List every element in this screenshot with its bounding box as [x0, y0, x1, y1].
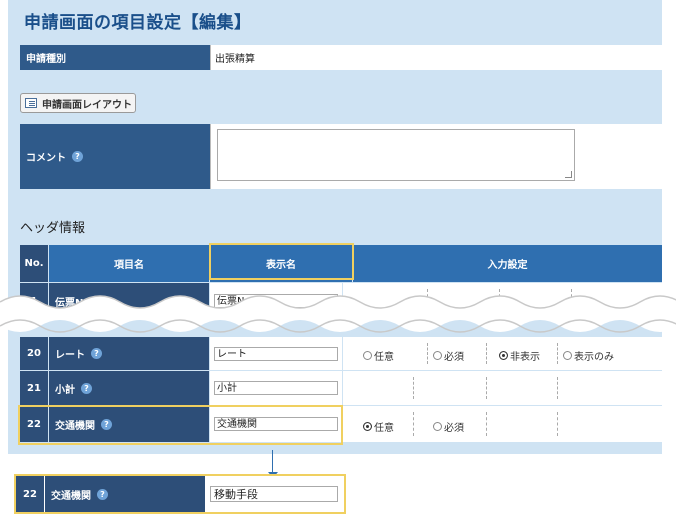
- radio-selected-icon: [363, 422, 372, 431]
- layout-button-label: 申請画面レイアウト: [42, 99, 132, 111]
- page-title: 申請画面の項目設定【編集】: [24, 13, 252, 33]
- option-display-only[interactable]: 表示のみ: [563, 348, 614, 363]
- option-optional[interactable]: 任意: [363, 348, 394, 363]
- section-title: ヘッダ情報: [20, 221, 86, 236]
- option-required[interactable]: 必須: [433, 419, 464, 434]
- col-no-header: No.: [20, 245, 48, 282]
- help-icon[interactable]: ?: [91, 348, 102, 359]
- divider: [427, 343, 428, 364]
- help-icon[interactable]: ?: [72, 151, 83, 162]
- option-label: 非表示: [510, 352, 540, 363]
- row-no: 20: [20, 337, 48, 370]
- row-name-text: 小計: [55, 384, 75, 396]
- comment-label-text: コメント: [26, 153, 66, 164]
- radio-selected-icon: [499, 351, 508, 360]
- comment-textarea[interactable]: [217, 129, 575, 181]
- radio-icon: [563, 351, 572, 360]
- resize-grip-icon[interactable]: [565, 171, 572, 178]
- row-display-cell: 小計: [210, 371, 342, 405]
- option-label: 表示のみ: [574, 352, 614, 363]
- row-name: レート?: [49, 337, 209, 370]
- option-required[interactable]: 必須: [433, 348, 464, 363]
- divider: [486, 412, 487, 436]
- row-display-cell: レート: [210, 337, 342, 370]
- radio-icon: [433, 422, 442, 431]
- row-name: 小計?: [49, 371, 209, 405]
- display-name-input[interactable]: 小計: [214, 381, 338, 395]
- divider: [413, 412, 414, 436]
- radio-icon: [433, 351, 442, 360]
- col-input-header: 入力設定: [353, 245, 662, 282]
- option-hidden[interactable]: 非表示: [499, 348, 540, 363]
- wave-break: [0, 295, 676, 333]
- row22-highlight: [18, 405, 343, 445]
- radio-icon: [363, 351, 372, 360]
- divider: [486, 343, 487, 364]
- layout-icon: [25, 98, 37, 108]
- option-optional[interactable]: 任意: [363, 419, 394, 434]
- divider: [557, 377, 558, 399]
- row-name-text: レート: [55, 350, 85, 361]
- col-item-header: 項目名: [49, 245, 209, 282]
- apply-type-value: 出張精算: [210, 45, 662, 70]
- divider: [486, 377, 487, 399]
- comment-cell: [210, 124, 662, 189]
- apply-type-label: 申請種別: [20, 45, 210, 70]
- option-label: 必須: [444, 352, 464, 363]
- display-name-input[interactable]: レート: [214, 346, 338, 361]
- comment-row: コメント ?: [20, 124, 662, 189]
- layout-button[interactable]: 申請画面レイアウト: [20, 93, 136, 113]
- arrow-line: [272, 450, 273, 474]
- row-settings: [343, 371, 662, 405]
- apply-type-row: 申請種別 出張精算: [20, 45, 662, 70]
- row-settings: 任意 必須 非表示 表示のみ: [343, 337, 662, 370]
- help-icon[interactable]: ?: [81, 382, 92, 394]
- divider: [557, 412, 558, 436]
- after-highlight: [14, 474, 346, 514]
- option-label: 任意: [374, 423, 394, 434]
- option-label: 必須: [444, 423, 464, 434]
- display-header-highlight: [209, 243, 354, 280]
- comment-label: コメント ?: [20, 124, 210, 189]
- option-label: 任意: [374, 352, 394, 363]
- row-no: 21: [20, 371, 48, 405]
- row-settings: 任意 必須: [343, 406, 662, 442]
- divider: [413, 377, 414, 399]
- divider: [557, 343, 558, 364]
